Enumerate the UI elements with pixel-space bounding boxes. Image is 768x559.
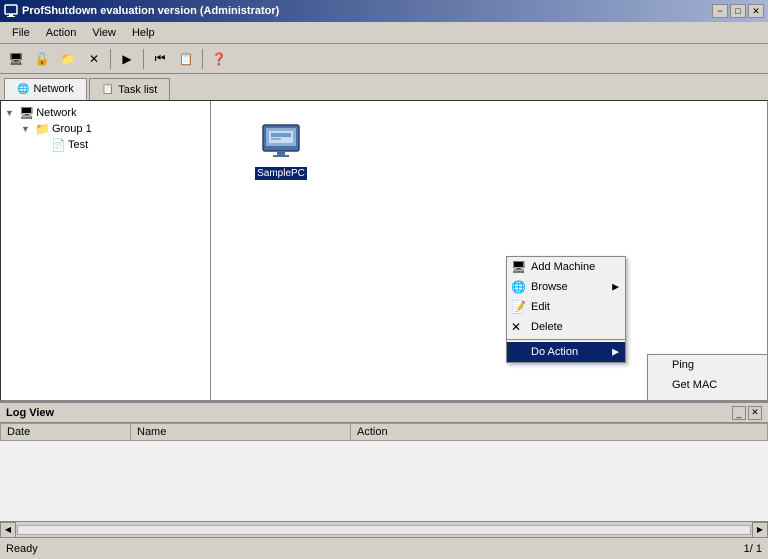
delete-icon: ✕ [511, 320, 521, 334]
menu-file[interactable]: File [4, 25, 38, 41]
ctx-edit[interactable]: 📝 Edit [507, 297, 625, 317]
maximize-button[interactable]: □ [730, 4, 746, 18]
status-page-info: 1/ 1 [744, 543, 762, 555]
minimize-button[interactable]: − [712, 4, 728, 18]
sub-get-mac[interactable]: Get MAC [648, 375, 767, 395]
tree-group-icon: 📁 [35, 122, 50, 136]
browse-icon: 🌐 [511, 280, 526, 294]
ctx-delete[interactable]: ✕ Delete [507, 317, 625, 337]
sub-ping-label: Ping [672, 359, 694, 371]
tree-root-label: Network [36, 107, 76, 119]
add-machine-icon: 🖥 [511, 260, 526, 274]
toolbar-sep-1 [110, 49, 111, 69]
tasklist-tab-icon: 📋 [102, 84, 114, 95]
toolbar-run[interactable]: ▶ [115, 47, 139, 71]
ctx-delete-label: Delete [531, 321, 563, 333]
ctx-add-machine-label: Add Machine [531, 261, 595, 273]
pc-label: SamplePC [255, 167, 307, 180]
log-area: Log View _ ✕ Date Name Action [0, 401, 768, 521]
tree-child[interactable]: 📄 Test [5, 137, 206, 153]
tree-group-expander[interactable]: ▼ [21, 124, 33, 134]
browse-arrow: ▶ [612, 282, 619, 293]
log-title: Log View [6, 407, 54, 419]
log-content: Date Name Action [0, 423, 768, 518]
sub-shutdown-label: Shutdown [672, 399, 721, 400]
tree-group[interactable]: ▼ 📁 Group 1 [5, 121, 206, 137]
context-menu: 🖥 Add Machine 🌐 Browse ▶ 📝 Edit ✕ Delete [506, 256, 626, 363]
ctx-browse[interactable]: 🌐 Browse ▶ [507, 277, 625, 297]
title-buttons: − □ ✕ [712, 4, 764, 18]
toolbar-list[interactable]: ⏮ [148, 47, 172, 71]
content-wrapper: ▼ 🖥 Network ▼ 📁 Group 1 📄 Test [0, 100, 768, 537]
status-text: Ready [6, 543, 38, 555]
col-action: Action [351, 424, 768, 441]
menu-view[interactable]: View [84, 25, 124, 41]
submenu-do-action: Ping Get MAC Shutdown Reboot WakeUp (Wak… [647, 354, 767, 400]
ctx-do-action[interactable]: Do Action ▶ [507, 342, 625, 362]
tree-group-label: Group 1 [52, 123, 92, 135]
toolbar-sep-2 [143, 49, 144, 69]
tree-child-icon: 📄 [51, 138, 66, 152]
log-minimize-btn[interactable]: _ [732, 406, 746, 420]
ctx-add-machine[interactable]: 🖥 Add Machine [507, 257, 625, 277]
ctx-browse-label: Browse [531, 281, 568, 293]
close-button[interactable]: ✕ [748, 4, 764, 18]
sub-get-mac-label: Get MAC [672, 379, 717, 391]
scroll-left-btn[interactable]: ◀ [0, 522, 16, 538]
tab-network-label: Network [33, 83, 73, 95]
log-close-btn[interactable]: ✕ [748, 406, 762, 420]
toolbar-save[interactable]: 📁 [56, 47, 80, 71]
title-bar: ProfShutdown evaluation version (Adminis… [0, 0, 768, 22]
tab-tasklist-label: Task list [118, 84, 157, 96]
do-action-arrow: ▶ [612, 347, 619, 358]
ctx-sep [507, 339, 625, 340]
tree-root-icon: 🖥 [19, 106, 34, 120]
tab-network[interactable]: 🌐 Network [4, 78, 87, 100]
toolbar-sep-3 [202, 49, 203, 69]
tree-child-label: Test [68, 139, 88, 151]
col-date: Date [1, 424, 131, 441]
status-bar: Ready 1/ 1 [0, 537, 768, 559]
log-header: Log View _ ✕ [0, 403, 768, 423]
app-icon [4, 4, 18, 18]
toolbar: 🖥 🔓 📁 ✕ ▶ ⏮ 📋 ❓ [0, 44, 768, 74]
toolbar-delete[interactable]: ✕ [82, 47, 106, 71]
col-name: Name [131, 424, 351, 441]
menu-bar: File Action View Help [0, 22, 768, 44]
window-title: ProfShutdown evaluation version (Adminis… [22, 5, 279, 17]
main-content: ▼ 🖥 Network ▼ 📁 Group 1 📄 Test [0, 100, 768, 401]
pc-icon-svg [259, 121, 303, 165]
toolbar-new[interactable]: 🖥 [4, 47, 28, 71]
sub-shutdown[interactable]: Shutdown [648, 395, 767, 400]
sidebar: ▼ 🖥 Network ▼ 📁 Group 1 📄 Test [1, 101, 211, 400]
content-area: SamplePC 🖥 Add Machine 🌐 Browse ▶ 📝 Edit [211, 101, 767, 400]
network-tab-icon: 🌐 [17, 84, 29, 95]
ctx-edit-label: Edit [531, 301, 550, 313]
tab-tasklist[interactable]: 📋 Task list [89, 78, 171, 100]
menu-action[interactable]: Action [38, 25, 85, 41]
scroll-right-btn[interactable]: ▶ [752, 522, 768, 538]
tree-root-expander[interactable]: ▼ [5, 108, 17, 118]
tab-bar: 🌐 Network 📋 Task list [0, 74, 768, 100]
edit-icon: 📝 [511, 300, 526, 314]
pc-icon-container[interactable]: SamplePC [251, 121, 311, 180]
h-scrollbar: ◀ ▶ [0, 521, 768, 537]
log-table: Date Name Action [0, 423, 768, 441]
toolbar-open[interactable]: 🔓 [30, 47, 54, 71]
tree-root[interactable]: ▼ 🖥 Network [5, 105, 206, 121]
sub-ping[interactable]: Ping [648, 355, 767, 375]
menu-help[interactable]: Help [124, 25, 163, 41]
toolbar-grid[interactable]: 📋 [174, 47, 198, 71]
toolbar-help[interactable]: ❓ [207, 47, 231, 71]
log-header-buttons: _ ✕ [732, 406, 762, 420]
scrollbar-track[interactable] [17, 525, 751, 535]
ctx-do-action-label: Do Action [531, 346, 578, 358]
